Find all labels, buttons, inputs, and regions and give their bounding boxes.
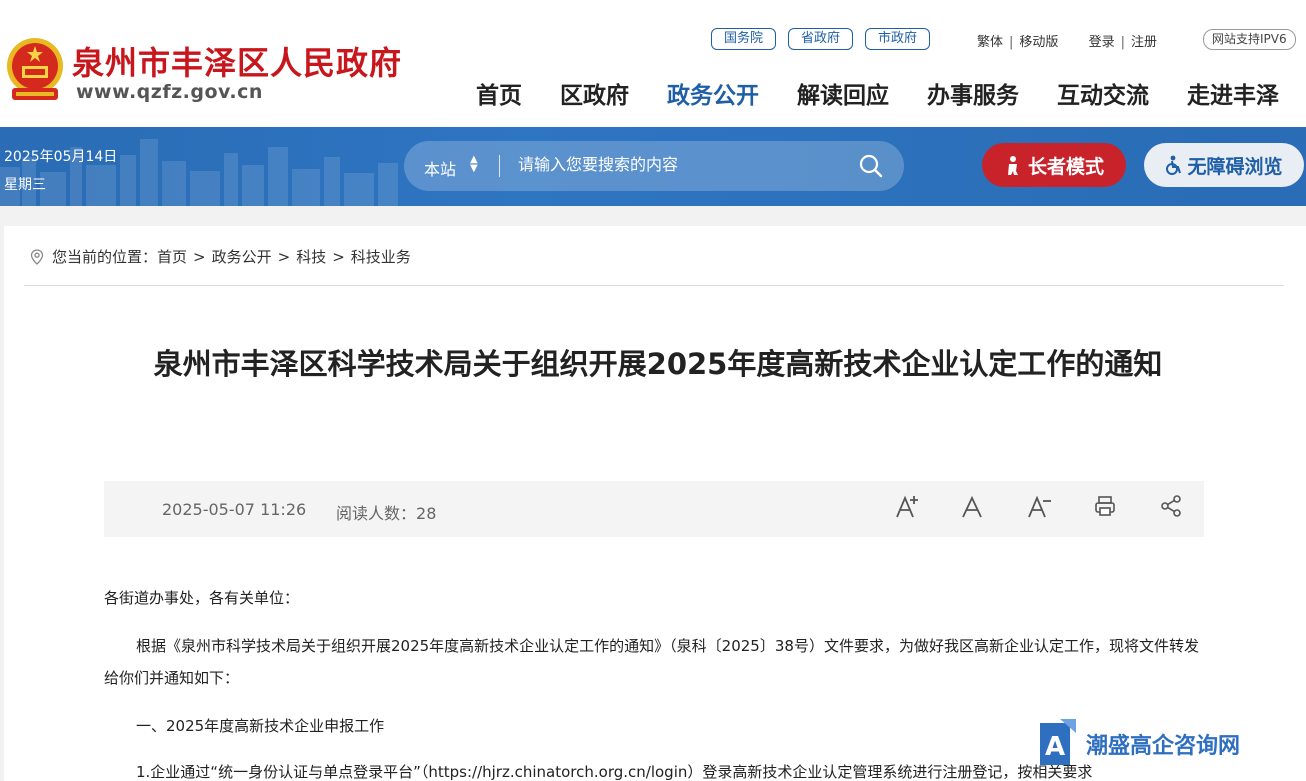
wheelchair-icon bbox=[1166, 155, 1182, 175]
breadcrumb-tech[interactable]: 科技 bbox=[296, 246, 326, 267]
read-count: 阅读人数：28 bbox=[336, 500, 436, 524]
search-input[interactable] bbox=[518, 154, 838, 178]
elder-mode-button[interactable]: 长者模式 bbox=[982, 143, 1126, 187]
watermark-text: 潮盛高企咨询网 bbox=[1086, 733, 1241, 759]
main-nav: 首页 区政府 政务公开 解读回应 办事服务 互动交流 走进丰泽 bbox=[476, 76, 1279, 110]
gov-link-city[interactable]: 市政府 bbox=[865, 28, 931, 50]
read-count-label: 阅读人数： bbox=[336, 504, 417, 523]
breadcrumb: 您当前的位置： 首页 > 政务公开 > 科技 > 科技业务 bbox=[30, 246, 411, 267]
ipv6-badge: 网站支持IPV6 bbox=[1203, 29, 1296, 50]
search-icon[interactable] bbox=[859, 154, 883, 178]
current-date: 2025年05月14日 星期三 bbox=[4, 143, 117, 199]
gov-link-state-council[interactable]: 国务院 bbox=[711, 28, 777, 50]
breadcrumb-separator: > bbox=[277, 247, 291, 266]
util-links: 繁体 | 移动版 登录 | 注册 bbox=[977, 31, 1157, 50]
nav-services[interactable]: 办事服务 bbox=[927, 76, 1019, 110]
search-banner: 2025年05月14日 星期三 本站 ▲▼ 长者模式 无障碍浏览 bbox=[0, 127, 1306, 206]
search-divider bbox=[499, 155, 500, 177]
register-link[interactable]: 注册 bbox=[1131, 31, 1157, 50]
elder-mode-label: 长者模式 bbox=[1027, 155, 1104, 178]
login-link[interactable]: 登录 bbox=[1089, 31, 1115, 50]
elder-icon bbox=[1007, 156, 1018, 175]
sort-arrows-icon[interactable]: ▲ ▼ bbox=[470, 155, 478, 174]
breadcrumb-tech-business[interactable]: 科技业务 bbox=[351, 246, 411, 267]
article-paragraph: 1.企业通过“统一身份认证与单点登录平台”（https://hjrz.china… bbox=[136, 763, 1093, 781]
nav-interpretation[interactable]: 解读回应 bbox=[797, 76, 889, 110]
article-section-heading: 一、2025年度高新技术企业申报工作 bbox=[136, 717, 385, 735]
article-salutation: 各街道办事处，各有关单位： bbox=[104, 589, 300, 607]
breadcrumb-gov-affairs[interactable]: 政务公开 bbox=[212, 246, 272, 267]
watermark-logo: A 潮盛高企咨询网 bbox=[1036, 719, 1240, 769]
accessibility-button[interactable]: 无障碍浏览 bbox=[1144, 143, 1304, 187]
weekday-text: 星期三 bbox=[4, 177, 46, 193]
site-name[interactable]: 泉州市丰泽区人民政府 bbox=[72, 38, 402, 84]
nav-gov-affairs[interactable]: 政务公开 bbox=[667, 76, 759, 110]
divider bbox=[24, 285, 1284, 286]
location-pin-icon bbox=[30, 248, 44, 265]
publish-date: 2025-05-07 11:26 bbox=[162, 500, 307, 519]
article-card: 您当前的位置： 首页 > 政务公开 > 科技 > 科技业务 泉州市丰泽区科学技术… bbox=[4, 226, 1306, 781]
font-decrease-icon[interactable] bbox=[1026, 494, 1052, 520]
nav-district-gov[interactable]: 区政府 bbox=[560, 76, 629, 110]
separator: | bbox=[1009, 35, 1014, 50]
site-url: www.qzfz.gov.cn bbox=[76, 81, 263, 103]
watermark-a-icon: A bbox=[1040, 719, 1076, 765]
share-icon[interactable] bbox=[1159, 494, 1183, 518]
read-count-value: 28 bbox=[416, 504, 437, 523]
article-paragraph: 根据《泉州市科学技术局关于组织开展2025年度高新技术企业认定工作的通知》（泉科… bbox=[104, 637, 1199, 687]
national-emblem-icon bbox=[7, 38, 63, 100]
font-default-icon[interactable] bbox=[960, 494, 984, 520]
mobile-version-link[interactable]: 移动版 bbox=[1019, 31, 1058, 50]
search-box: 本站 ▲ ▼ bbox=[404, 141, 904, 191]
breadcrumb-prefix: 您当前的位置： bbox=[52, 248, 158, 266]
nav-interaction[interactable]: 互动交流 bbox=[1057, 76, 1149, 110]
breadcrumb-home[interactable]: 首页 bbox=[157, 246, 187, 267]
traditional-chinese-link[interactable]: 繁体 bbox=[977, 31, 1003, 50]
nav-about-fengze[interactable]: 走进丰泽 bbox=[1187, 76, 1279, 110]
date-text: 2025年05月14日 bbox=[4, 149, 118, 165]
site-header: 泉州市丰泽区人民政府 www.qzfz.gov.cn 国务院 省政府 市政府 繁… bbox=[0, 0, 1306, 127]
nav-home[interactable]: 首页 bbox=[476, 76, 522, 110]
accessibility-label: 无障碍浏览 bbox=[1187, 155, 1283, 178]
font-increase-icon[interactable] bbox=[894, 494, 920, 520]
article-title: 泉州市丰泽区科学技术局关于组织开展2025年度高新技术企业认定工作的通知 bbox=[153, 347, 1163, 381]
svg-text:A: A bbox=[1045, 732, 1065, 762]
print-icon[interactable] bbox=[1094, 494, 1116, 518]
breadcrumb-separator: > bbox=[193, 247, 206, 266]
search-scope-select[interactable]: 本站 bbox=[424, 156, 456, 180]
gov-link-province[interactable]: 省政府 bbox=[788, 28, 854, 50]
breadcrumb-separator: > bbox=[332, 247, 345, 266]
gov-links: 国务院 省政府 市政府 bbox=[711, 28, 931, 50]
article-meta-bar: 2025-05-07 11:26 阅读人数：28 bbox=[104, 481, 1204, 537]
separator: | bbox=[1120, 35, 1125, 50]
